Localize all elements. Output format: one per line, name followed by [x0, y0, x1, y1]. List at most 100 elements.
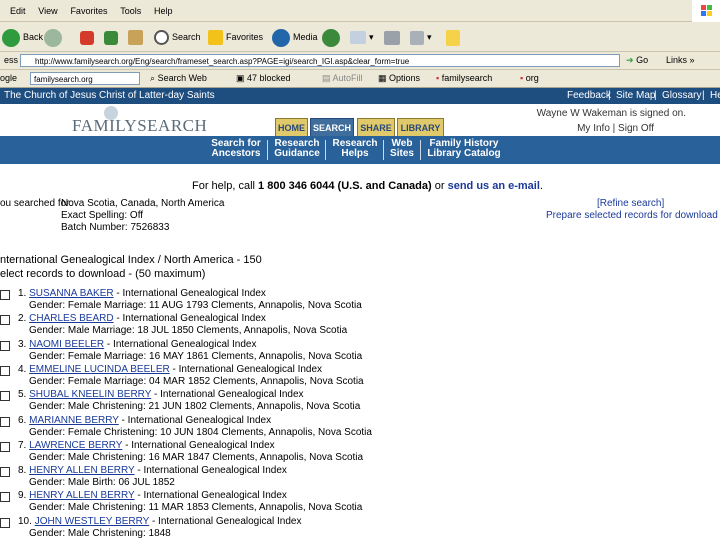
address-input[interactable]: http://www.familysearch.org/Eng/search/f… — [20, 54, 620, 67]
record-number: 4. — [18, 363, 27, 375]
record-name-link[interactable]: SHUBAL KNEELIN BERRY — [29, 389, 151, 400]
nav-search-ancestors[interactable]: Search for Ancestors — [208, 139, 264, 159]
refine-search-link[interactable]: [Refine search] — [597, 198, 664, 209]
menu-favorites[interactable]: Favorites — [70, 6, 107, 16]
back-button[interactable]: Back — [2, 26, 43, 48]
record-name-link[interactable]: LAWRENCE BERRY — [29, 440, 122, 451]
record-title: 9. HENRY ALLEN BERRY - International Gen… — [18, 490, 287, 501]
church-name: The Church of Jesus Christ of Latter-day… — [4, 90, 215, 101]
autofill-button[interactable]: ▤ AutoFill — [322, 73, 363, 84]
popup-blocked-button[interactable]: ▣ 47 blocked — [236, 73, 291, 84]
nav-research-helps[interactable]: Research Helps — [330, 139, 380, 159]
my-info-link[interactable]: My Info — [577, 123, 610, 134]
windows-logo-icon — [692, 0, 720, 22]
media-icon — [272, 28, 290, 47]
record-checkbox[interactable] — [0, 290, 10, 300]
help-line: For help, call 1 800 346 6044 (U.S. and … — [192, 180, 543, 192]
highlight-familysearch-button[interactable]: ▪ familysearch — [436, 73, 492, 83]
nav-divider — [267, 140, 268, 160]
nav-divider — [383, 140, 384, 160]
record-name-link[interactable]: SUSANNA BAKER — [29, 288, 113, 299]
menu-help[interactable]: Help — [154, 6, 173, 16]
results-title: nternational Genealogical Index / North … — [0, 254, 262, 266]
church-bar: The Church of Jesus Christ of Latter-day… — [0, 88, 720, 104]
nav-label: Guidance — [274, 148, 320, 159]
main-content: For help, call 1 800 346 6044 (U.S. and … — [0, 164, 720, 540]
edit-button[interactable]: ▾ — [410, 26, 432, 48]
refresh-button[interactable] — [104, 26, 121, 48]
record-checkbox[interactable] — [0, 365, 10, 376]
record-title: 3. NAOMI BEELER - International Genealog… — [18, 339, 256, 350]
edit-dropdown-icon[interactable]: ▾ — [427, 32, 432, 42]
tab-home[interactable]: HOME — [275, 118, 308, 136]
record-source: - International Genealogical Index — [149, 515, 302, 527]
feedback-link[interactable]: Feedback — [567, 88, 611, 104]
messenger-button[interactable] — [446, 26, 463, 48]
record-detail: Gender: Female Marriage: 16 MAY 1861 Cle… — [29, 350, 363, 362]
record-detail: Gender: Male Christening: 16 MAR 1847 Cl… — [29, 451, 364, 463]
tab-library[interactable]: LIBRARY — [397, 118, 444, 136]
signed-on-status: Wayne W Wakeman is signed on. — [536, 108, 686, 119]
go-label: Go — [636, 55, 649, 65]
autofill-icon: ▤ — [322, 73, 331, 83]
menu-view[interactable]: View — [38, 6, 57, 16]
menu-tools[interactable]: Tools — [120, 6, 141, 16]
history-button[interactable] — [322, 26, 343, 48]
record-name-link[interactable]: EMMELINE LUCINDA BEELER — [29, 364, 170, 375]
record-detail: Gender: Male Birth: 06 JUL 1852 — [29, 477, 175, 489]
site-map-link[interactable]: Site Map — [616, 88, 655, 104]
google-search-web-button[interactable]: ⌕ Search Web — [150, 73, 207, 84]
help-link[interactable]: He — [710, 88, 720, 104]
sign-off-link[interactable]: Sign Off — [618, 123, 654, 134]
go-button[interactable]: ➔ Go — [626, 55, 648, 66]
nav-label: Helps — [341, 148, 369, 159]
media-button[interactable]: Media — [272, 26, 318, 48]
record-name-link[interactable]: CHARLES BEARD — [29, 313, 113, 324]
menu-edit[interactable]: Edit — [10, 6, 26, 16]
mail-button[interactable]: ▾ — [350, 26, 374, 48]
glossary-link[interactable]: Glossary — [662, 88, 701, 104]
help-prefix: For help, call — [192, 180, 259, 192]
record-name-link[interactable]: NAOMI BEELER — [29, 339, 104, 350]
forward-button[interactable] — [44, 26, 65, 48]
google-search-input[interactable]: familysearch.org — [30, 72, 140, 85]
record-checkbox[interactable] — [0, 441, 10, 452]
record-name-link[interactable]: HENRY ALLEN BERRY — [29, 490, 134, 501]
record-checkbox[interactable] — [0, 340, 10, 351]
nav-web-sites[interactable]: Web Sites — [388, 139, 416, 159]
nav-divider — [420, 140, 421, 160]
print-button[interactable] — [384, 26, 403, 48]
record-checkbox[interactable] — [0, 492, 10, 503]
record-checkbox[interactable] — [0, 391, 10, 402]
familysearch-logo[interactable]: FAMILYSEARCH — [72, 116, 207, 136]
record-name-link[interactable]: JOHN WESTLEY BERRY — [35, 516, 149, 527]
tab-search[interactable]: SEARCH — [310, 118, 354, 136]
record-checkbox[interactable] — [0, 517, 10, 528]
record-name-link[interactable]: MARIANNE BERRY — [29, 415, 119, 426]
tab-share[interactable]: SHARE — [357, 118, 395, 136]
nav-library-catalog[interactable]: Family History Library Catalog — [424, 139, 504, 159]
blocked-count-label: 47 blocked — [247, 73, 291, 83]
email-link[interactable]: send us an e-mail — [448, 180, 540, 192]
home-button[interactable] — [128, 26, 146, 48]
result-row: 3. NAOMI BEELER - International Genealog… — [0, 339, 720, 365]
nav-research-guidance[interactable]: Research Guidance — [272, 139, 322, 159]
prepare-download-link[interactable]: Prepare selected records for download — [546, 210, 718, 221]
record-name-link[interactable]: HENRY ALLEN BERRY — [29, 465, 134, 476]
highlight-org-button[interactable]: ▪ org — [520, 73, 539, 83]
links-button[interactable]: Links » — [666, 55, 695, 65]
options-button[interactable]: ▦ Options — [378, 73, 420, 84]
record-detail: Gender: Male Christening: 21 JUN 1802 Cl… — [29, 401, 361, 413]
record-number: 5. — [18, 389, 27, 401]
result-row: 4. EMMELINE LUCINDA BEELER - Internation… — [0, 364, 720, 390]
search-web-label: Search Web — [157, 73, 207, 83]
mail-dropdown-icon[interactable]: ▾ — [369, 32, 374, 42]
record-checkbox[interactable] — [0, 315, 10, 326]
record-detail: Gender: Female Marriage: 11 AUG 1793 Cle… — [29, 300, 362, 311]
stop-button[interactable] — [80, 26, 97, 48]
nav-label: Ancestors — [211, 148, 261, 159]
record-checkbox[interactable] — [0, 416, 10, 427]
record-checkbox[interactable] — [0, 467, 10, 478]
search-button[interactable]: Search — [154, 26, 201, 48]
favorites-button[interactable]: Favorites — [208, 26, 263, 48]
